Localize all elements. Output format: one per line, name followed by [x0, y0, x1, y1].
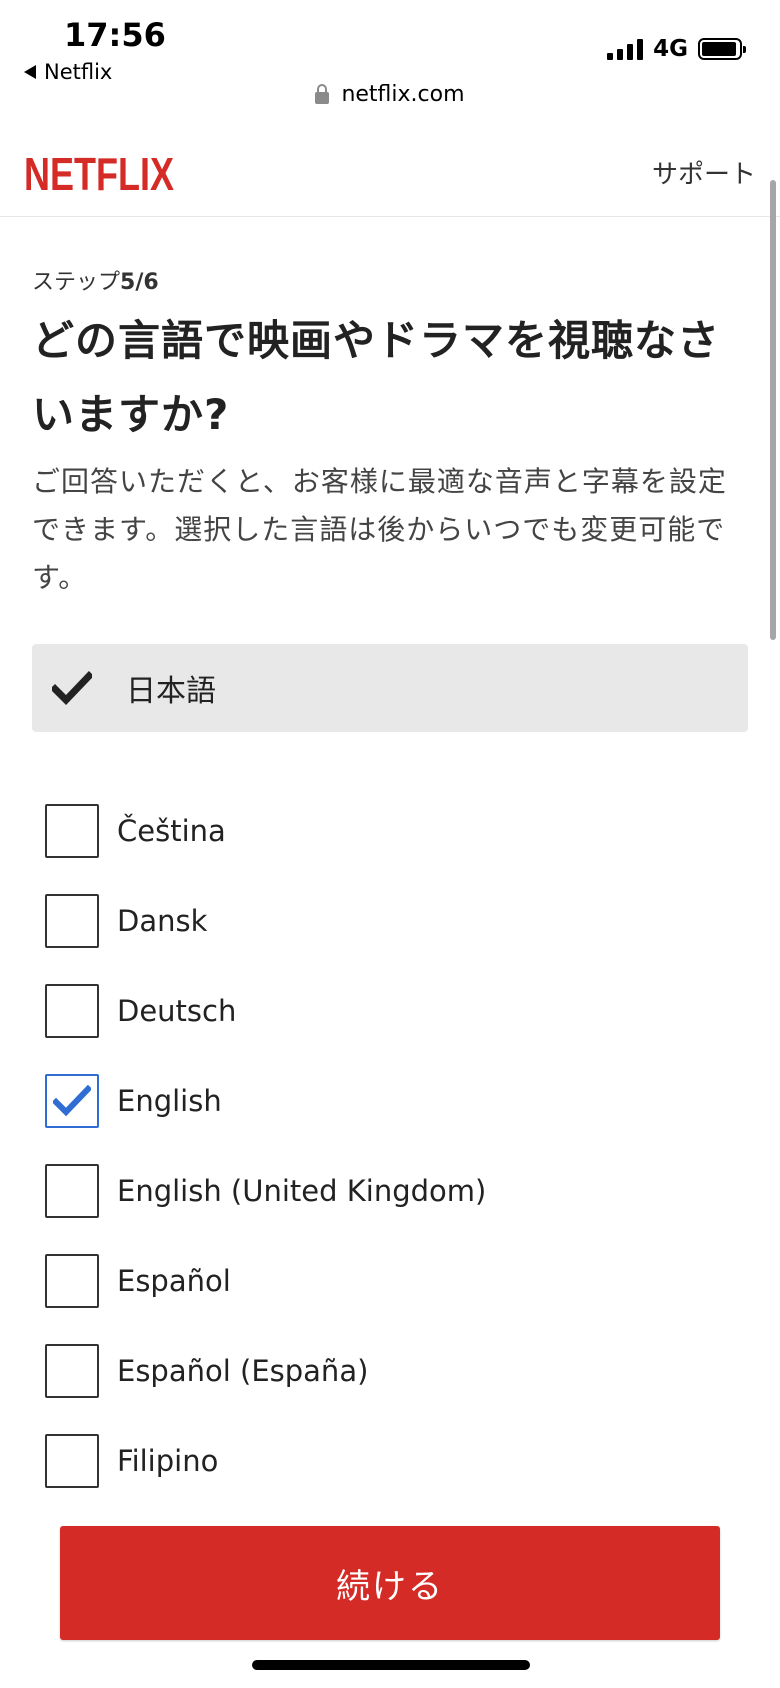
language-checkbox[interactable] — [45, 1344, 99, 1398]
status-right: 4G — [607, 36, 746, 62]
language-label: English — [117, 1084, 222, 1118]
language-checkbox[interactable] — [45, 1164, 99, 1218]
language-item[interactable]: Dansk — [32, 876, 748, 966]
main-content: ステップ5/6 どの言語で映画やドラマを視聴なさいますか? ご回答いただくと、お… — [32, 216, 748, 1522]
scroll-indicator[interactable] — [770, 180, 776, 640]
lock-icon — [315, 83, 330, 104]
language-item[interactable]: Español (España) — [32, 1326, 748, 1416]
step-prefix: ステップ — [32, 270, 121, 295]
netflix-logo[interactable]: NETFLIX — [24, 148, 174, 196]
checkmark-icon — [53, 1085, 91, 1117]
back-to-app-button[interactable]: Netflix — [24, 60, 112, 84]
url-bar[interactable]: netflix.com — [0, 82, 780, 107]
primary-language-option[interactable]: 日本語 — [32, 644, 748, 732]
language-checkbox[interactable] — [45, 1254, 99, 1308]
step-value: 5/6 — [120, 270, 159, 295]
language-list: Čeština Dansk Deutsch English English (Unite… — [32, 786, 748, 1506]
language-checkbox[interactable] — [45, 804, 99, 858]
back-triangle-icon — [24, 65, 36, 79]
language-item[interactable]: English (United Kingdom) — [32, 1146, 748, 1236]
step-indicator: ステップ5/6 — [32, 272, 748, 294]
language-checkbox[interactable] — [45, 1434, 99, 1488]
primary-language-label: 日本語 — [126, 674, 216, 709]
language-checkbox[interactable] — [45, 1074, 99, 1128]
language-label: Español — [117, 1264, 231, 1298]
language-item[interactable]: Filipino — [32, 1416, 748, 1506]
support-link[interactable]: サポート — [652, 154, 756, 191]
status-time: 17:56 — [64, 16, 166, 54]
page-description: ご回答いただくと、お客様に最適な音声と字幕を設定できます。選択した言語は後からい… — [32, 465, 727, 594]
signal-icon — [607, 38, 644, 60]
language-label: Dansk — [117, 904, 208, 938]
language-item[interactable]: English — [32, 1056, 748, 1146]
back-app-label: Netflix — [44, 60, 113, 84]
language-label: Čeština — [117, 814, 226, 848]
url-text: netflix.com — [341, 82, 465, 107]
status-bar: 17:56 Netflix 4G netflix.com — [0, 0, 780, 131]
language-label: English (United Kingdom) — [117, 1174, 487, 1208]
site-header: NETFLIX サポート — [0, 130, 780, 217]
page-title: どの言語で映画やドラマを視聴なさいますか? — [32, 316, 721, 439]
battery-icon — [698, 38, 746, 60]
language-item[interactable]: Español — [32, 1236, 748, 1326]
language-checkbox[interactable] — [45, 984, 99, 1038]
netflix-logo-text: NETFLIX — [24, 148, 174, 196]
app-root: 17:56 Netflix 4G netflix.com NETFLIX サポー… — [0, 0, 780, 1688]
check-icon — [52, 671, 92, 705]
home-indicator — [252, 1660, 530, 1670]
language-label: Español (España) — [117, 1354, 369, 1388]
language-label: Deutsch — [117, 994, 237, 1028]
language-checkbox[interactable] — [45, 894, 99, 948]
network-label: 4G — [653, 36, 688, 62]
language-item[interactable]: Deutsch — [32, 966, 748, 1056]
continue-button[interactable]: 続ける — [60, 1526, 720, 1640]
language-item[interactable]: Čeština — [32, 786, 748, 876]
language-label: Filipino — [117, 1444, 219, 1478]
